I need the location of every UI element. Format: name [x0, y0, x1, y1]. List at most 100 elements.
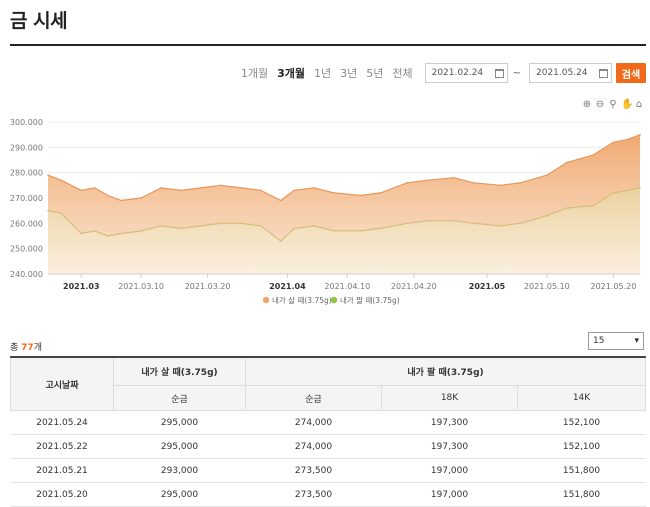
x-tick-label: 2021.04.20: [391, 282, 437, 291]
data-point: [107, 194, 109, 197]
data-point: [359, 230, 362, 232]
cell-sell-14k: 152,100: [517, 410, 646, 435]
magnifier-icon[interactable]: ⚲: [608, 100, 618, 110]
legend-label: 내가 팔 때(3.75g): [340, 295, 400, 305]
period-all[interactable]: 전체: [392, 65, 412, 81]
cell-buy-pure: 295,000: [113, 482, 246, 507]
data-point: [592, 204, 595, 207]
dropdown-arrow-icon: ▾: [634, 336, 639, 346]
legend-marker: [262, 296, 270, 304]
data-point: [93, 187, 96, 189]
x-tick-label: 2021.03: [63, 282, 99, 291]
end-date-input[interactable]: 2021.05.24: [529, 63, 612, 83]
cell-buy-pure: 293,000: [113, 458, 246, 483]
legend-marker: [330, 296, 338, 304]
x-tick-label: 2021.05.10: [524, 282, 570, 291]
data-point: [160, 187, 162, 189]
data-point: [426, 179, 428, 182]
x-tick-label: 2021.03.20: [185, 282, 231, 291]
data-point: [180, 189, 182, 192]
cell-sell-14k: 151,800: [517, 482, 646, 507]
data-point: [566, 207, 568, 209]
x-tick-label: 2021.05.20: [590, 282, 636, 291]
data-point: [639, 133, 641, 136]
table-row: 2021.05.24 295,000 274,000 197,300 152,100: [10, 410, 646, 435]
data-point: [140, 197, 142, 199]
header-sell-14k: 14K: [517, 385, 646, 411]
search-button[interactable]: 검색: [616, 63, 646, 83]
data-point: [546, 174, 548, 176]
data-point: [160, 225, 162, 227]
zoom-in-icon[interactable]: ⊕: [582, 100, 592, 110]
data-point: [240, 187, 242, 189]
data-point: [200, 225, 202, 227]
data-point: [260, 225, 262, 227]
page-size-select[interactable]: 15 ▾: [588, 332, 644, 350]
data-point: [359, 194, 362, 197]
period-3m[interactable]: 3개월: [277, 65, 305, 81]
pan-hand-icon[interactable]: ✋: [621, 100, 633, 110]
legend-label: 내가 살 때(3.75g): [272, 295, 332, 305]
data-point: [47, 209, 49, 212]
data-point: [80, 232, 83, 235]
cell-sell-18k: 197,000: [381, 482, 518, 507]
calendar-icon[interactable]: [599, 68, 608, 78]
cell-sell-18k: 197,000: [381, 458, 518, 483]
period-1y[interactable]: 1년: [314, 65, 331, 81]
y-tick-label: 240.000: [10, 270, 43, 279]
cell-date: 2021.05.21: [10, 458, 114, 483]
table-row: 2021.05.20 295,000 273,500 197,000 151,800: [10, 482, 646, 507]
cell-sell-pure: 273,500: [245, 482, 382, 507]
zoom-out-icon[interactable]: ⊖: [595, 100, 605, 110]
data-point: [140, 230, 142, 232]
period-1m[interactable]: 1개월: [241, 65, 268, 81]
header-buy-group: 내가 살 때(3.75g): [113, 357, 246, 386]
header-buy-pure: 순금: [113, 385, 246, 411]
table-row: 2021.05.21 293,000 273,500 197,000 151,800: [10, 458, 646, 483]
home-icon[interactable]: ⌂: [634, 100, 644, 110]
x-tick-label: 2021.03.10: [118, 282, 164, 291]
header-date: 고시날짜: [10, 357, 114, 411]
y-tick-label: 300.000: [10, 118, 43, 127]
data-point: [333, 192, 335, 194]
data-point: [47, 174, 49, 176]
gold-price-chart: 240.000 250.000 260.000 270.000 280.000 290.0…: [10, 118, 641, 305]
data-point: [472, 222, 475, 225]
data-point: [313, 187, 315, 189]
period-filter-bar: 1개월 3개월 1년 3년 5년 전체 2021.02.24 ~ 2021.05…: [241, 63, 646, 83]
data-point: [406, 222, 409, 225]
data-point: [406, 182, 409, 184]
total-suffix: 개: [33, 343, 42, 353]
data-point: [107, 235, 109, 237]
cell-sell-14k: 152,100: [517, 434, 646, 459]
header-sell-18k: 18K: [381, 385, 518, 411]
data-point: [379, 192, 382, 194]
data-point: [293, 189, 295, 192]
header-sell-pure: 순금: [245, 385, 382, 411]
data-point: [200, 187, 202, 189]
data-point: [280, 240, 282, 242]
data-point: [180, 227, 182, 230]
data-point: [426, 220, 428, 222]
x-tick-label: 2021.04: [269, 282, 306, 291]
total-count: 총 77개: [10, 340, 42, 353]
period-5y[interactable]: 5년: [366, 65, 383, 81]
data-point: [120, 232, 122, 235]
start-date-input[interactable]: 2021.02.24: [424, 63, 508, 83]
cell-buy-pure: 295,000: [113, 410, 246, 435]
y-tick-label: 270.000: [10, 194, 43, 203]
data-point: [499, 184, 502, 187]
data-point: [592, 154, 595, 156]
data-point: [379, 227, 382, 230]
cell-sell-18k: 197,300: [381, 410, 518, 435]
data-point: [625, 189, 628, 192]
chart-toolbar: ⊕ ⊖ ⚲ ✋ ⌂: [582, 100, 644, 110]
data-point: [333, 230, 335, 232]
calendar-icon[interactable]: [494, 68, 504, 78]
end-date-value: 2021.05.24: [536, 68, 588, 78]
data-point: [499, 225, 502, 227]
page-size-value: 15: [593, 336, 605, 346]
period-3y[interactable]: 3년: [340, 65, 357, 81]
data-point: [566, 161, 568, 164]
cell-sell-pure: 273,500: [245, 458, 382, 483]
